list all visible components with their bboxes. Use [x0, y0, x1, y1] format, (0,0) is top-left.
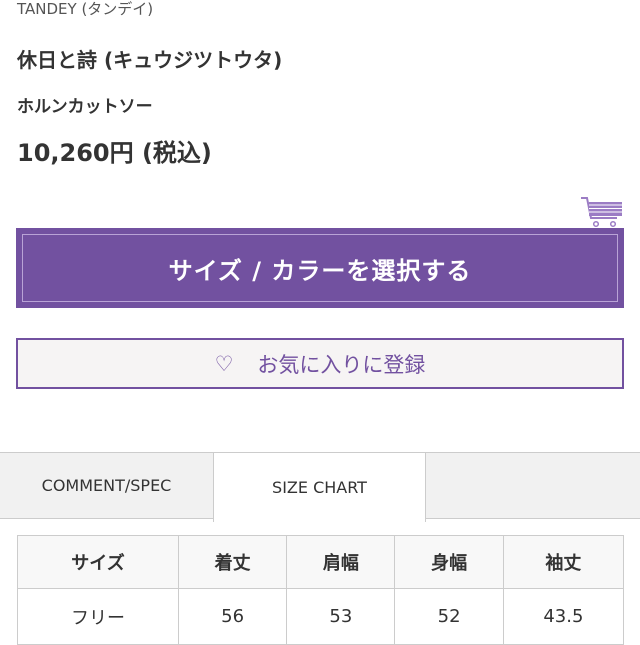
cart-icon[interactable]: [580, 195, 624, 229]
header-chest: 身幅: [394, 535, 504, 589]
tab-label: COMMENT/SPEC: [41, 476, 172, 495]
add-favorite-button[interactable]: ♡ お気に入りに登録: [16, 338, 624, 389]
table-row: フリー 56 53 52 43.5: [17, 588, 625, 645]
tab-label: SIZE CHART: [272, 478, 367, 497]
header-sleeve: 袖丈: [502, 535, 625, 589]
cell: 56: [177, 588, 288, 645]
size-chart-table: サイズ 着丈 肩幅 身幅 袖丈 フリー 56 53 52 43.5: [17, 535, 625, 645]
header-shoulder: 肩幅: [286, 535, 396, 589]
select-size-color-button[interactable]: サイズ / カラーを選択する: [16, 228, 624, 308]
cell: 43.5: [502, 588, 625, 645]
cell: フリー: [17, 588, 179, 645]
select-label: サイズ / カラーを選択する: [168, 256, 472, 285]
table-header-row: サイズ 着丈 肩幅 身幅 袖丈: [17, 535, 625, 589]
product-subtitle: ホルンカットソー: [17, 97, 153, 117]
tab-empty[interactable]: [425, 452, 640, 519]
header-length: 着丈: [177, 535, 288, 589]
product-name: 休日と詩 (キュウジツトウタ): [17, 48, 283, 72]
header-size: サイズ: [17, 535, 179, 589]
tab-comment-spec[interactable]: COMMENT/SPEC: [0, 452, 214, 519]
cell: 53: [286, 588, 396, 645]
product-price: 10,260円 (税込): [17, 139, 212, 167]
brand-link[interactable]: TANDEY (タンデイ): [17, 0, 153, 19]
heart-icon: ♡: [214, 351, 234, 376]
cell: 52: [394, 588, 504, 645]
tab-size-chart[interactable]: SIZE CHART: [213, 452, 426, 522]
favorite-label: お気に入りに登録: [257, 352, 426, 377]
